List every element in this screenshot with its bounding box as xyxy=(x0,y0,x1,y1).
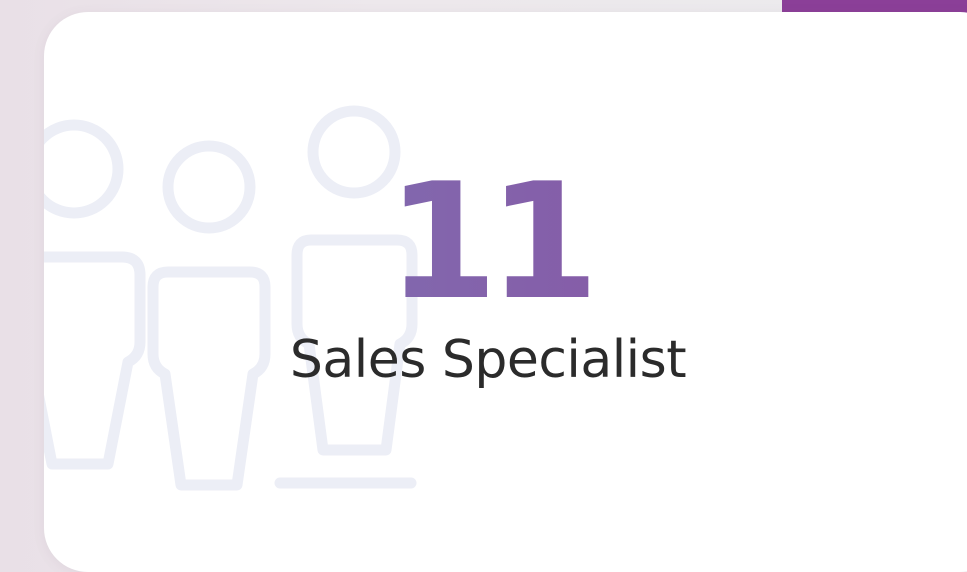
stat-card: 11 Sales Specialist xyxy=(44,12,967,572)
stat-label: Sales Specialist xyxy=(289,330,687,390)
stat-number: 11 xyxy=(44,162,967,322)
